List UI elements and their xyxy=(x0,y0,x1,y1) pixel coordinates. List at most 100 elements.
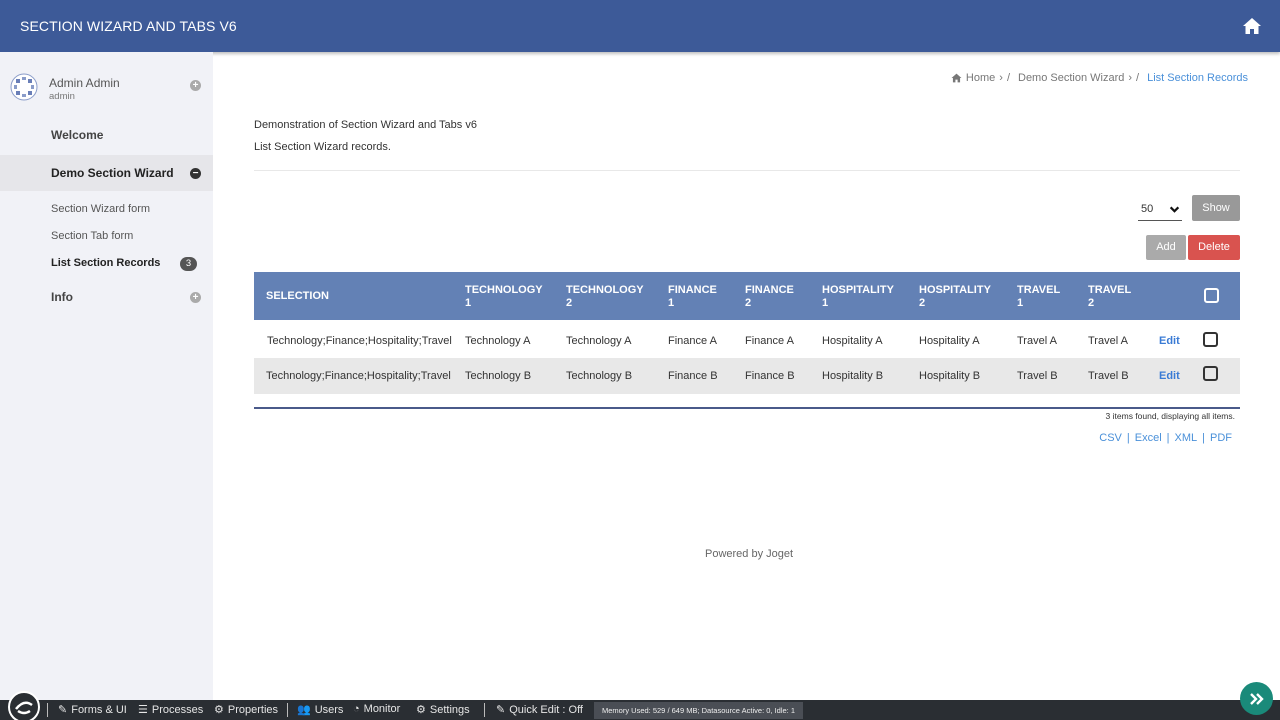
sidebar-item-demo-section-wizard[interactable]: Demo Section Wizard − xyxy=(0,155,213,191)
home-button[interactable] xyxy=(1236,10,1268,42)
divider xyxy=(254,170,1240,171)
processes-link[interactable]: ☰ Processes xyxy=(138,703,203,717)
table-bottom-border xyxy=(254,407,1240,409)
app-title: SECTION WIZARD AND TABS V6 xyxy=(20,18,237,34)
list-icon: ☰ xyxy=(138,704,148,716)
add-button[interactable]: Add xyxy=(1146,235,1186,260)
cell-hospitality-1: Hospitality A xyxy=(822,335,883,347)
home-icon xyxy=(1243,18,1261,34)
cell-hospitality-2: Hospitality A xyxy=(919,335,980,347)
column-header-travel-1[interactable]: TRAVEL 1 xyxy=(1017,284,1060,309)
page-subtitle: List Section Wizard records. xyxy=(254,141,391,153)
app-header: SECTION WIZARD AND TABS V6 xyxy=(0,0,1280,52)
users-icon: 👥 xyxy=(297,704,311,716)
user-name: Admin Admin xyxy=(49,76,120,90)
column-header-hospitality-1[interactable]: HOSPITALITY 1 xyxy=(822,284,894,309)
memory-status: Memory Used: 529 / 649 MB; Datasource Ac… xyxy=(594,702,804,719)
home-icon xyxy=(951,73,962,83)
plus-circle-icon[interactable]: + xyxy=(190,80,201,91)
bar-separator xyxy=(47,703,48,717)
breadcrumb-current: List Section Records xyxy=(1147,72,1248,84)
cell-hospitality-1: Hospitality B xyxy=(822,370,884,382)
cell-technology-2: Technology A xyxy=(566,335,632,347)
export-xml-link[interactable]: XML xyxy=(1175,432,1198,444)
chevron-right-icon: › xyxy=(1128,72,1133,84)
settings-link[interactable]: ⚙ Settings xyxy=(416,703,470,717)
cell-finance-1: Finance A xyxy=(668,335,717,347)
forms-ui-link[interactable]: ✎ Forms & UI xyxy=(58,703,127,717)
gear-icon: ⚙ xyxy=(214,704,224,716)
edit-icon: ✎ xyxy=(58,704,68,716)
export-excel-link[interactable]: Excel xyxy=(1135,432,1162,444)
monitor-link[interactable]: ◔ Monitor xyxy=(353,703,400,715)
sidebar-item-welcome[interactable]: Welcome xyxy=(0,120,213,150)
show-button[interactable]: Show xyxy=(1192,195,1240,221)
breadcrumb-separator: / xyxy=(1136,72,1140,84)
row-checkbox[interactable] xyxy=(1203,366,1218,381)
column-header-travel-2[interactable]: TRAVEL 2 xyxy=(1088,284,1131,309)
joget-icon xyxy=(15,701,33,715)
cell-selection: Technology;Finance;Hospitality;Travel xyxy=(267,335,452,347)
sidebar-item-label: Demo Section Wizard xyxy=(51,166,174,180)
breadcrumb-demo[interactable]: Demo Section Wizard xyxy=(1018,72,1124,84)
export-separator: | xyxy=(1166,432,1170,444)
cell-travel-1: Travel B xyxy=(1017,370,1058,382)
edit-link[interactable]: Edit xyxy=(1159,323,1180,359)
items-found-text: 3 items found, displaying all items. xyxy=(1105,411,1235,421)
column-header-technology-2[interactable]: TECHNOLOGY 2 xyxy=(566,284,644,309)
cell-hospitality-2: Hospitality B xyxy=(919,370,981,382)
cell-technology-1: Technology B xyxy=(465,370,532,382)
table-row: Technology;Finance;Hospitality;Travel Te… xyxy=(254,358,1240,394)
properties-link[interactable]: ⚙ Properties xyxy=(214,703,278,717)
chevron-right-icon: › xyxy=(999,72,1003,84)
export-pdf-link[interactable]: PDF xyxy=(1210,432,1232,444)
export-links: CSV | Excel | XML | PDF xyxy=(1099,432,1232,444)
cell-travel-2: Travel A xyxy=(1088,335,1128,347)
export-csv-link[interactable]: CSV xyxy=(1099,432,1122,444)
quick-edit-toggle[interactable]: ✎ Quick Edit : Off xyxy=(496,703,583,717)
bar-separator xyxy=(484,703,485,717)
select-all-checkbox[interactable] xyxy=(1204,288,1219,303)
cell-travel-2: Travel B xyxy=(1088,370,1129,382)
delete-button[interactable]: Delete xyxy=(1188,235,1240,260)
admin-bar: ✎ Forms & UI ☰ Processes ⚙ Properties 👥 User… xyxy=(0,691,1280,720)
users-link[interactable]: 👥 Users xyxy=(297,703,343,717)
sidebar-item-label: Welcome xyxy=(51,128,104,142)
sidebar: Admin Admin admin + Welcome Demo Section… xyxy=(0,52,213,700)
sidebar-subitem-section-wizard-form[interactable]: Section Wizard form xyxy=(51,203,150,215)
gears-icon: ⚙ xyxy=(416,704,426,716)
breadcrumb-home[interactable]: Home xyxy=(966,72,995,84)
table-header: SELECTION TECHNOLOGY 1 TECHNOLOGY 2 FINANC… xyxy=(254,272,1240,320)
pencil-icon: ✎ xyxy=(496,704,506,716)
column-header-selection[interactable]: SELECTION xyxy=(266,290,329,303)
cell-selection: Technology;Finance;Hospitality;Travel xyxy=(266,370,451,382)
edit-link[interactable]: Edit xyxy=(1159,358,1180,394)
dashboard-icon: ◔ xyxy=(353,703,360,715)
cell-finance-1: Finance B xyxy=(668,370,718,382)
powered-by-text: Powered by Joget xyxy=(705,548,794,560)
sidebar-item-label: Info xyxy=(51,290,73,304)
chevron-down-icon xyxy=(1169,206,1180,213)
cell-finance-2: Finance A xyxy=(745,335,794,347)
row-checkbox[interactable] xyxy=(1203,332,1218,347)
cell-technology-2: Technology B xyxy=(566,370,633,382)
column-header-technology-1[interactable]: TECHNOLOGY 1 xyxy=(465,284,543,309)
sidebar-subitem-section-tab-form[interactable]: Section Tab form xyxy=(51,230,133,242)
bar-separator xyxy=(287,703,288,717)
cell-travel-1: Travel A xyxy=(1017,335,1057,347)
breadcrumb: Home › / Demo Section Wizard › / List Se… xyxy=(951,72,1248,84)
cell-finance-2: Finance B xyxy=(745,370,795,382)
export-separator: | xyxy=(1202,432,1205,444)
table-row: Technology;Finance;Hospitality;Travel Te… xyxy=(254,323,1240,359)
minus-circle-icon: − xyxy=(190,168,201,179)
cell-technology-1: Technology A xyxy=(465,335,531,347)
sidebar-subitem-list-section-records[interactable]: List Section Records xyxy=(51,257,160,269)
sidebar-item-info[interactable]: Info + xyxy=(0,284,213,310)
expand-button[interactable] xyxy=(1240,682,1273,715)
user-profile[interactable]: Admin Admin admin + xyxy=(0,70,213,110)
column-header-hospitality-2[interactable]: HOSPITALITY 2 xyxy=(919,284,991,309)
joget-logo[interactable] xyxy=(8,691,40,720)
column-header-finance-1[interactable]: FINANCE 1 xyxy=(668,284,717,309)
page-size-select[interactable]: 50 xyxy=(1138,200,1182,221)
column-header-finance-2[interactable]: FINANCE 2 xyxy=(745,284,794,309)
